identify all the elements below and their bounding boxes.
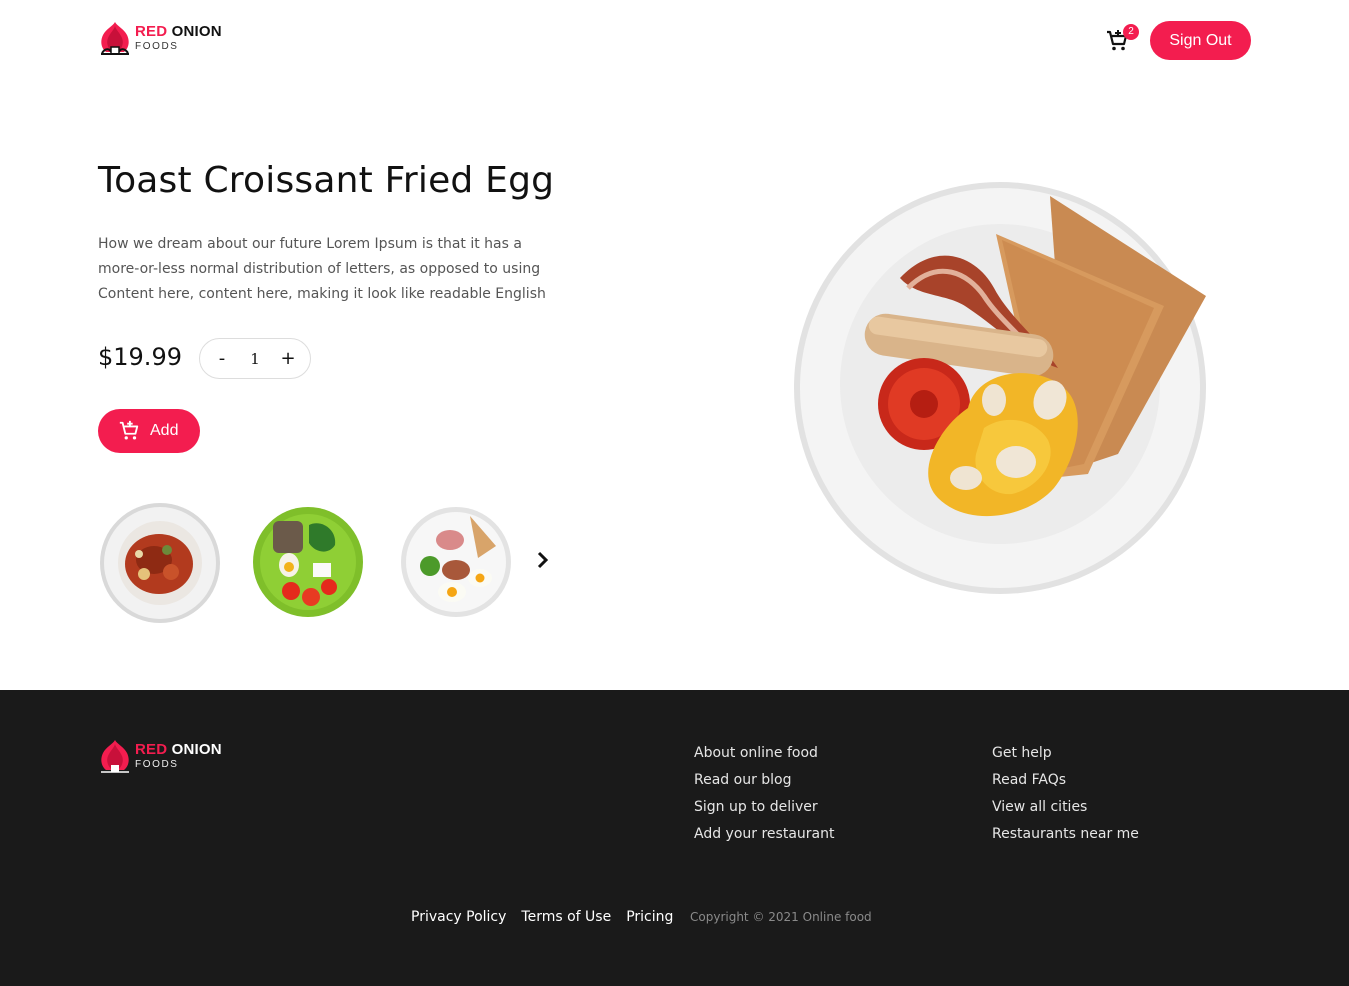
privacy-policy-link[interactable]: Privacy Policy	[411, 909, 506, 925]
product-description: How we dream about our future Lorem Ipsu…	[98, 236, 546, 302]
site-header: RED ONION FOODS 2 Sign Out	[0, 0, 1349, 80]
onion-logo-icon	[101, 22, 129, 55]
footer-brand-tagline: FOODS	[135, 759, 179, 770]
footer-brand-name-onion: ONION	[171, 741, 222, 758]
add-to-cart-button[interactable]: Add	[98, 409, 200, 453]
footer-link-deliver[interactable]: Sign up to deliver	[694, 794, 834, 821]
footer-legal-links: Privacy Policy Terms of Use Pricing	[411, 909, 688, 925]
footer-link-faqs[interactable]: Read FAQs	[992, 767, 1139, 794]
site-footer: RED ONION FOODS About online food Read o…	[0, 690, 1349, 986]
brand-name-onion: ONION	[171, 23, 222, 40]
footer-link-help[interactable]: Get help	[992, 740, 1139, 767]
sign-out-button[interactable]: Sign Out	[1150, 21, 1251, 60]
increment-button[interactable]: +	[280, 348, 296, 369]
pricing-link[interactable]: Pricing	[626, 909, 673, 925]
brand-name-red: RED	[135, 23, 168, 40]
cart-button[interactable]: 2	[1105, 24, 1139, 54]
onion-logo-icon	[101, 740, 129, 773]
footer-link-about[interactable]: About online food	[694, 740, 834, 767]
footer-links-column-1: About online food Read our blog Sign up …	[694, 740, 834, 848]
footer-brand-name-red: RED	[135, 741, 168, 758]
quantity-stepper: - 1 +	[199, 338, 311, 379]
brand-logo[interactable]: RED ONION FOODS	[98, 18, 228, 58]
add-button-label: Add	[150, 422, 179, 439]
copyright-text: Copyright © 2021 Online food	[690, 910, 872, 924]
brand-tagline: FOODS	[135, 41, 179, 52]
product-title: Toast Croissant Fried Egg	[98, 160, 555, 201]
product-price: $19.99	[98, 343, 182, 371]
add-to-cart-icon	[119, 420, 139, 440]
product-hero-image	[788, 178, 1208, 598]
cart-count-badge: 2	[1123, 24, 1139, 40]
chevron-right-icon	[537, 551, 549, 569]
decrement-button[interactable]: -	[214, 348, 230, 369]
thumbnail-plate-2[interactable]	[251, 505, 365, 619]
thumbnail-plate-3[interactable]	[400, 506, 512, 618]
gallery-next-button[interactable]	[533, 548, 553, 572]
footer-link-blog[interactable]: Read our blog	[694, 767, 834, 794]
footer-links-column-2: Get help Read FAQs View all cities Resta…	[992, 740, 1139, 848]
footer-brand-logo[interactable]: RED ONION FOODS	[98, 738, 222, 774]
footer-link-cities[interactable]: View all cities	[992, 794, 1139, 821]
quantity-value: 1	[250, 349, 260, 368]
footer-link-add-restaurant[interactable]: Add your restaurant	[694, 821, 834, 848]
terms-of-use-link[interactable]: Terms of Use	[521, 909, 611, 925]
footer-link-restaurants-near[interactable]: Restaurants near me	[992, 821, 1139, 848]
thumbnail-plate-1[interactable]	[99, 502, 221, 624]
